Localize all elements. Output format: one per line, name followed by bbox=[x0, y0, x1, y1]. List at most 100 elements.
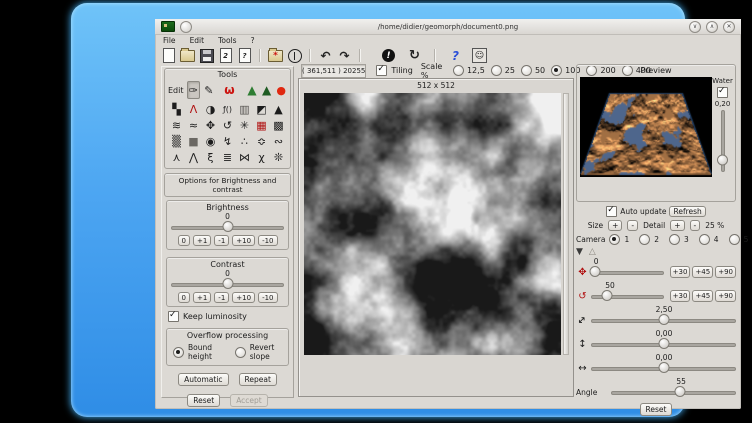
record-button[interactable]: ● bbox=[275, 82, 287, 98]
slider-thumb[interactable] bbox=[717, 154, 728, 165]
tool-button[interactable]: ■ bbox=[185, 134, 202, 149]
tool-button[interactable]: ⋈ bbox=[236, 150, 253, 165]
repeat-button[interactable]: Repeat bbox=[239, 373, 277, 386]
contrast-minus10-button[interactable]: -10 bbox=[258, 292, 277, 303]
tool-button[interactable]: ↯ bbox=[219, 134, 236, 149]
tool-button[interactable]: ✥ bbox=[202, 118, 219, 133]
rotate-z-slider[interactable] bbox=[591, 290, 664, 302]
tool-button[interactable]: ◩ bbox=[253, 102, 270, 117]
contrast-plus10-button[interactable]: +10 bbox=[232, 292, 255, 303]
heightfield-canvas[interactable] bbox=[304, 93, 561, 355]
new-document-button[interactable] bbox=[160, 48, 177, 64]
brightness-minus1-button[interactable]: -1 bbox=[214, 235, 229, 246]
scale-radio-25[interactable] bbox=[491, 65, 502, 76]
contrast-plus1-button[interactable]: +1 bbox=[193, 292, 211, 303]
camera-1-radio[interactable] bbox=[609, 234, 620, 245]
brightness-minus10-button[interactable]: -10 bbox=[258, 235, 277, 246]
camera-2-radio[interactable] bbox=[639, 234, 650, 245]
commit-button[interactable] bbox=[286, 48, 303, 64]
terrain-button-2[interactable]: ▲ bbox=[261, 82, 273, 98]
rotate-x-slider[interactable] bbox=[591, 266, 664, 278]
camera-3-radio[interactable] bbox=[669, 234, 680, 245]
open-file-button[interactable] bbox=[179, 48, 196, 64]
tool-button[interactable]: ▚ bbox=[168, 102, 185, 117]
slider-thumb[interactable] bbox=[601, 290, 612, 301]
slider-thumb[interactable] bbox=[589, 266, 600, 277]
keep-luminosity-checkbox[interactable] bbox=[168, 311, 179, 322]
move-vertical-slider[interactable] bbox=[591, 338, 736, 350]
undo-button[interactable]: ↶ bbox=[317, 48, 334, 64]
slider-thumb[interactable] bbox=[222, 221, 233, 232]
tool-button[interactable]: ≋ bbox=[168, 118, 185, 133]
water-checkbox[interactable] bbox=[717, 87, 728, 98]
document-info-button[interactable]: ! bbox=[380, 48, 397, 64]
rotate-x-plus90-button[interactable]: +90 bbox=[715, 266, 736, 278]
contrast-slider[interactable] bbox=[171, 278, 284, 290]
angle-slider[interactable] bbox=[611, 386, 736, 398]
camera-4-radio[interactable] bbox=[699, 234, 710, 245]
tool-button[interactable]: ↺ bbox=[219, 118, 236, 133]
tool-button[interactable]: ❊ bbox=[270, 150, 287, 165]
auto-update-checkbox[interactable] bbox=[606, 206, 617, 217]
water-slider[interactable] bbox=[717, 110, 728, 172]
automatic-button[interactable]: Automatic bbox=[178, 373, 228, 386]
tool-button[interactable]: ⋀ bbox=[185, 150, 202, 165]
pencil-tool-button[interactable]: ✎ bbox=[203, 82, 215, 98]
save-copy-button[interactable]: ? bbox=[236, 48, 253, 64]
tool-button[interactable]: ◑ bbox=[202, 102, 219, 117]
slider-thumb[interactable] bbox=[222, 278, 233, 289]
rotate-z-plus45-button[interactable]: +45 bbox=[692, 290, 713, 302]
refresh-button[interactable]: Refresh bbox=[669, 206, 705, 217]
slider-thumb[interactable] bbox=[658, 362, 669, 373]
tool-button[interactable]: ✳ bbox=[236, 118, 253, 133]
tool-button[interactable]: ⋏ bbox=[168, 150, 185, 165]
tool-button[interactable]: ∴ bbox=[236, 134, 253, 149]
move-horizontal-slider[interactable] bbox=[591, 362, 736, 374]
save-as-button[interactable]: 2 bbox=[217, 48, 234, 64]
redo-button[interactable]: ↷ bbox=[336, 48, 353, 64]
preview-3d-canvas[interactable] bbox=[580, 77, 712, 177]
contrast-minus1-button[interactable]: -1 bbox=[214, 292, 229, 303]
menu-file[interactable]: File bbox=[163, 36, 176, 45]
titlebar[interactable]: /home/didier/geomorph/document0.png ∨ ∧ … bbox=[155, 19, 741, 35]
tool-button[interactable]: ▒ bbox=[168, 134, 185, 149]
scale-radio-12[interactable] bbox=[453, 65, 464, 76]
revert-slope-radio[interactable] bbox=[235, 347, 246, 358]
tool-button[interactable]: ▲ bbox=[270, 102, 287, 117]
scale-radio-50[interactable] bbox=[521, 65, 532, 76]
brightness-plus10-button[interactable]: +10 bbox=[232, 235, 255, 246]
slider-thumb[interactable] bbox=[658, 314, 669, 325]
tool-button[interactable]: ξ bbox=[202, 150, 219, 165]
contrast-0-button[interactable]: 0 bbox=[178, 292, 190, 303]
size-plus-button[interactable]: + bbox=[608, 220, 622, 231]
terrain-button-1[interactable]: ▲ bbox=[246, 82, 258, 98]
scale-radio-100[interactable] bbox=[551, 65, 562, 76]
view-top-icon[interactable]: ▼ bbox=[576, 247, 583, 257]
tool-button[interactable]: ≈ bbox=[185, 118, 202, 133]
reset-button[interactable]: Reset bbox=[187, 394, 220, 407]
camera-5-radio[interactable] bbox=[729, 234, 740, 245]
tool-button[interactable]: ≣ bbox=[219, 150, 236, 165]
distance-slider[interactable] bbox=[591, 314, 736, 326]
tool-button[interactable]: ▥ bbox=[236, 102, 253, 117]
rotate-x-plus45-button[interactable]: +45 bbox=[692, 266, 713, 278]
tool-button[interactable]: ▩ bbox=[270, 118, 287, 133]
tiling-checkbox[interactable] bbox=[376, 65, 387, 76]
rotate-z-plus30-button[interactable]: +30 bbox=[670, 290, 691, 302]
detail-minus-button[interactable]: - bbox=[690, 220, 701, 231]
tool-button[interactable]: χ bbox=[253, 150, 270, 165]
menu-help[interactable]: ? bbox=[251, 36, 255, 45]
rotate-x-plus30-button[interactable]: +30 bbox=[670, 266, 691, 278]
brightness-slider[interactable] bbox=[171, 221, 284, 233]
wave-pen-button[interactable]: ω bbox=[224, 82, 236, 98]
size-minus-button[interactable]: - bbox=[627, 220, 638, 231]
tool-button[interactable]: ◉ bbox=[202, 134, 219, 149]
tool-button[interactable]: ▦ bbox=[253, 118, 270, 133]
brightness-plus1-button[interactable]: +1 bbox=[193, 235, 211, 246]
rotate-z-plus90-button[interactable]: +90 bbox=[715, 290, 736, 302]
tool-button[interactable]: ƒ() bbox=[219, 102, 236, 117]
detail-plus-button[interactable]: + bbox=[670, 220, 684, 231]
draw-tool-button[interactable]: ✑ bbox=[187, 81, 201, 99]
menu-edit[interactable]: Edit bbox=[190, 36, 205, 45]
tool-button[interactable]: Λ bbox=[185, 102, 202, 117]
